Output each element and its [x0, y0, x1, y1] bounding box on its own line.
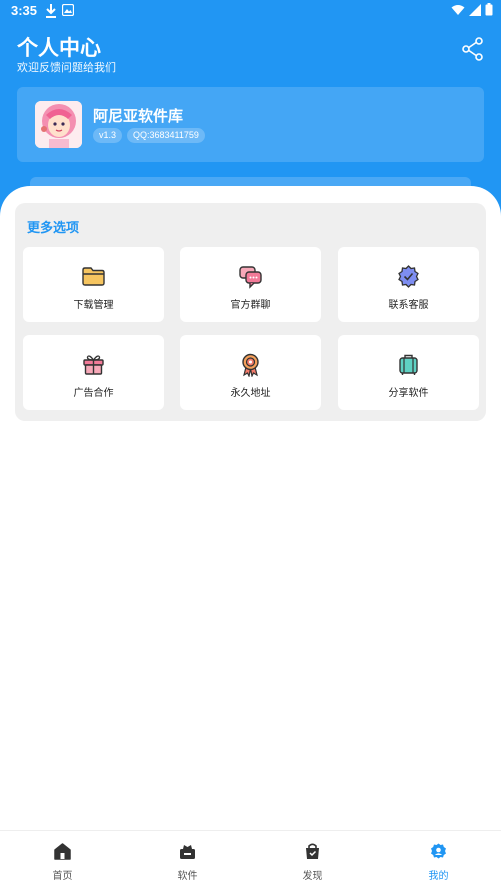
option-share-app[interactable]: 分享软件 — [338, 335, 479, 410]
option-contact-support[interactable]: 联系客服 — [338, 247, 479, 322]
nav-item-software[interactable]: 软件 — [125, 831, 250, 890]
nav-label: 发现 — [302, 871, 323, 882]
more-options-panel: 更多选项 下载管理 官方群聊 联系客服 广告合作 永久地址 分享软件 — [15, 203, 486, 421]
option-label: 官方群聊 — [230, 300, 271, 311]
option-label: 广告合作 — [73, 388, 114, 399]
nav-item-home[interactable]: 首页 — [0, 831, 125, 890]
options-title: 更多选项 — [27, 221, 80, 236]
folder-icon — [82, 267, 105, 286]
option-ad-cooperation[interactable]: 广告合作 — [23, 335, 164, 410]
page-subtitle: 欢迎反馈问题给我们 — [17, 61, 116, 74]
signal-icon — [469, 3, 481, 16]
battery-icon — [485, 3, 493, 16]
verified-badge-icon — [398, 265, 419, 288]
nav-label: 我的 — [428, 871, 449, 882]
option-official-group[interactable]: 官方群聊 — [180, 247, 321, 322]
nav-item-discover[interactable]: 发现 — [250, 831, 375, 890]
option-download-manager[interactable]: 下载管理 — [23, 247, 164, 322]
option-label: 分享软件 — [388, 388, 429, 399]
profile-icon — [431, 843, 446, 859]
screen: 3:35 个人中心 欢迎反馈问题给我们 阿尼亚软件库 v1.3 QQ:36834… — [0, 0, 501, 890]
qq-badge[interactable]: QQ:3683411759 — [127, 128, 205, 143]
avatar — [35, 101, 82, 148]
version-badge: v1.3 — [93, 128, 123, 143]
option-permanent-address[interactable]: 永久地址 — [180, 335, 321, 410]
status-time: 3:35 — [11, 3, 38, 18]
bottom-nav: 首页 软件 发现 我的 — [0, 830, 501, 890]
option-label: 下载管理 — [73, 300, 114, 311]
nav-label: 首页 — [52, 871, 73, 882]
medal-icon — [242, 353, 259, 377]
wifi-icon — [451, 4, 465, 15]
nav-item-mine[interactable]: 我的 — [376, 831, 501, 890]
nav-label: 软件 — [177, 871, 198, 882]
status-bar: 3:35 — [0, 0, 501, 22]
profile-badges: v1.3 QQ:3683411759 — [93, 128, 205, 143]
option-label: 永久地址 — [230, 388, 271, 399]
option-label: 联系客服 — [388, 300, 429, 311]
suitcase-icon — [399, 354, 418, 375]
home-icon — [54, 843, 71, 860]
status-right-icons — [451, 3, 493, 16]
image-status-icon — [62, 4, 74, 16]
apps-icon — [180, 845, 195, 859]
page-title: 个人中心 — [17, 36, 101, 60]
share-icon[interactable] — [460, 36, 486, 62]
download-status-icon — [46, 4, 56, 18]
chat-icon — [239, 266, 262, 289]
gift-icon — [83, 355, 104, 375]
app-name: 阿尼亚软件库 — [93, 107, 184, 125]
anime-avatar-icon — [35, 101, 82, 148]
profile-card[interactable]: 阿尼亚软件库 v1.3 QQ:3683411759 — [17, 87, 484, 162]
bag-icon — [306, 843, 319, 859]
